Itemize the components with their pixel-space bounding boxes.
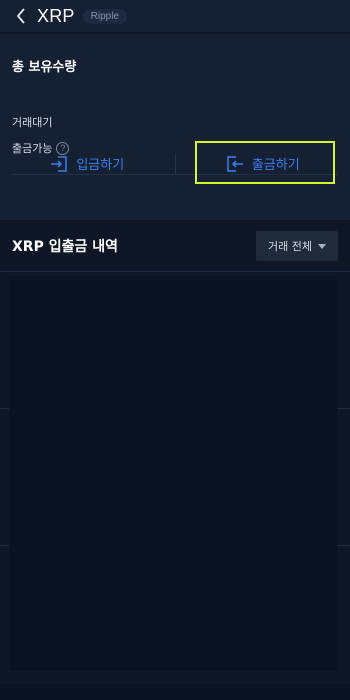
- coin-title: XRP: [37, 5, 75, 26]
- header-bar: XRP Ripple: [0, 0, 350, 32]
- logout-arrow-icon: [227, 155, 243, 172]
- total-holdings-label: 총 보유수량: [12, 60, 77, 75]
- filter-label: 거래 전체: [268, 240, 312, 253]
- deposit-label: 입금하기: [76, 158, 125, 173]
- history-title: XRP 입출금 내역: [12, 239, 118, 255]
- chevron-down-icon: [317, 243, 326, 249]
- history-header: XRP 입출금 내역 거래 전체: [0, 222, 350, 270]
- transaction-filter-select[interactable]: 거래 전체: [256, 231, 338, 261]
- history-list: [9, 276, 337, 671]
- bottom-bar: [0, 684, 350, 700]
- back-button[interactable]: [9, 4, 33, 28]
- pending-label: 거래대기: [12, 116, 53, 129]
- chevron-left-icon: [16, 8, 25, 24]
- withdraw-button[interactable]: 출금하기: [176, 141, 350, 186]
- coin-name-badge: Ripple: [82, 8, 127, 24]
- holdings-panel: 총 보유수량 거래대기 출금가능 ?: [0, 34, 350, 220]
- withdraw-label: 출금하기: [251, 158, 300, 173]
- login-arrow-icon: [51, 155, 68, 172]
- list-divider: [0, 271, 350, 272]
- deposit-button[interactable]: 입금하기: [0, 141, 175, 186]
- action-row: 입금하기 출금하기: [0, 141, 350, 186]
